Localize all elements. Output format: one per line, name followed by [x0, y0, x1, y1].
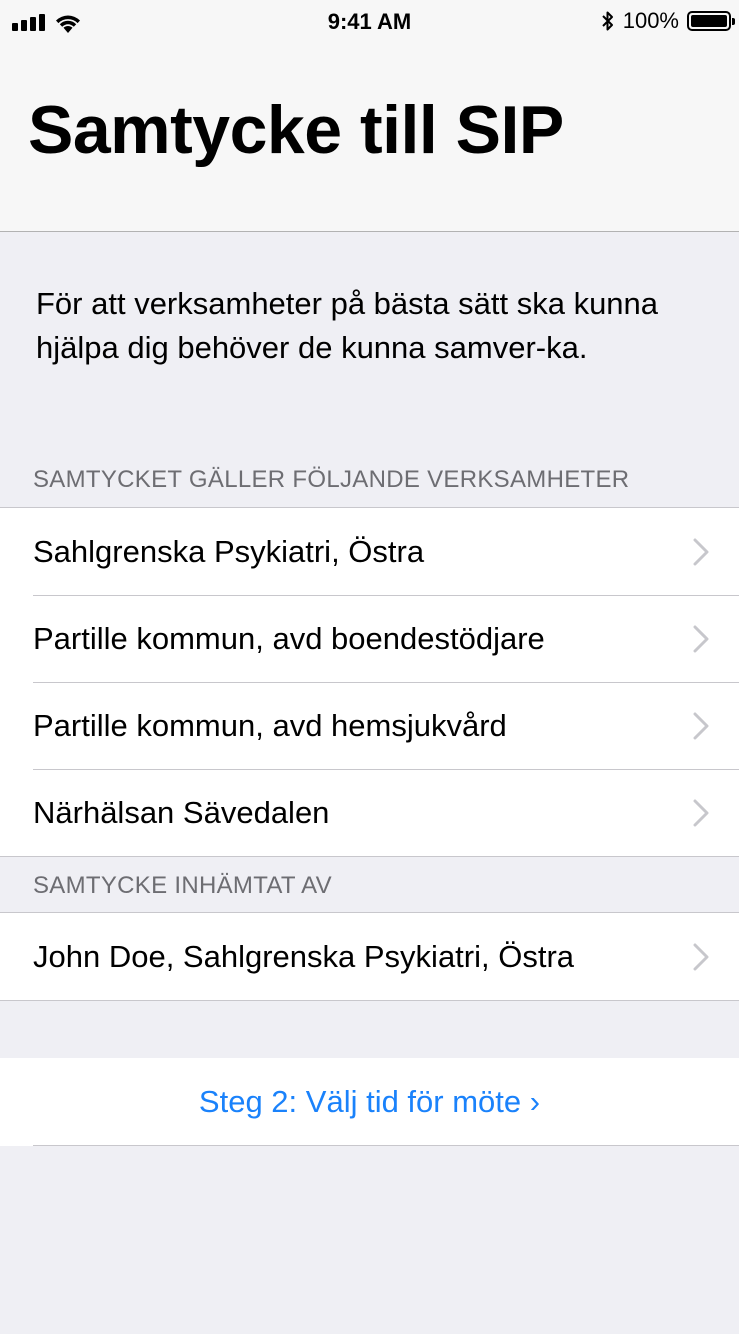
chevron-right-icon: [693, 799, 709, 826]
list-item-label: Sahlgrenska Psykiatri, Östra: [33, 533, 425, 569]
bluetooth-icon: [602, 11, 613, 31]
list-item-organization[interactable]: Närhälsan Sävedalen: [0, 769, 739, 856]
section-header-organizations: SAMTYCKET GÄLLER FÖLJANDE VERKSAMHETER: [33, 466, 630, 493]
battery-fill: [691, 15, 727, 27]
chevron-right-icon: [693, 625, 709, 652]
list-item-label: Partille kommun, avd boendestödjare: [33, 620, 545, 656]
list-item-label: Närhälsan Sävedalen: [33, 794, 330, 830]
action-group: Steg 2: Välj tid för möte ›: [0, 1058, 739, 1146]
battery-icon: [687, 11, 735, 31]
next-step-button[interactable]: Steg 2: Välj tid för möte ›: [0, 1058, 739, 1146]
list-item-collector[interactable]: John Doe, Sahlgrenska Psykiatri, Östra: [0, 913, 739, 1000]
page-title: Samtycke till SIP: [28, 92, 564, 168]
chevron-right-icon: [693, 712, 709, 739]
list-item-organization[interactable]: Partille kommun, avd hemsjukvård: [0, 682, 739, 769]
intro-text: För att verksamheter på bästa sätt ska k…: [36, 286, 659, 365]
status-bar: 9:41 AM 100%: [0, 0, 739, 42]
organizations-list: Sahlgrenska Psykiatri, Östra Partille ko…: [0, 507, 739, 857]
collected-by-list: John Doe, Sahlgrenska Psykiatri, Östra: [0, 912, 739, 1001]
list-item-organization[interactable]: Partille kommun, avd boendestödjare: [0, 595, 739, 682]
chevron-right-icon: [693, 538, 709, 565]
status-bar-right: 100%: [601, 8, 735, 34]
section-header-collected-by: SAMTYCKE INHÄMTAT AV: [33, 872, 332, 899]
list-item-label: John Doe, Sahlgrenska Psykiatri, Östra: [33, 938, 575, 974]
battery-percent: 100%: [622, 8, 679, 33]
chevron-right-icon: [693, 943, 709, 970]
list-item-label: Partille kommun, avd hemsjukvård: [33, 707, 507, 743]
list-item-organization[interactable]: Sahlgrenska Psykiatri, Östra: [0, 508, 739, 595]
